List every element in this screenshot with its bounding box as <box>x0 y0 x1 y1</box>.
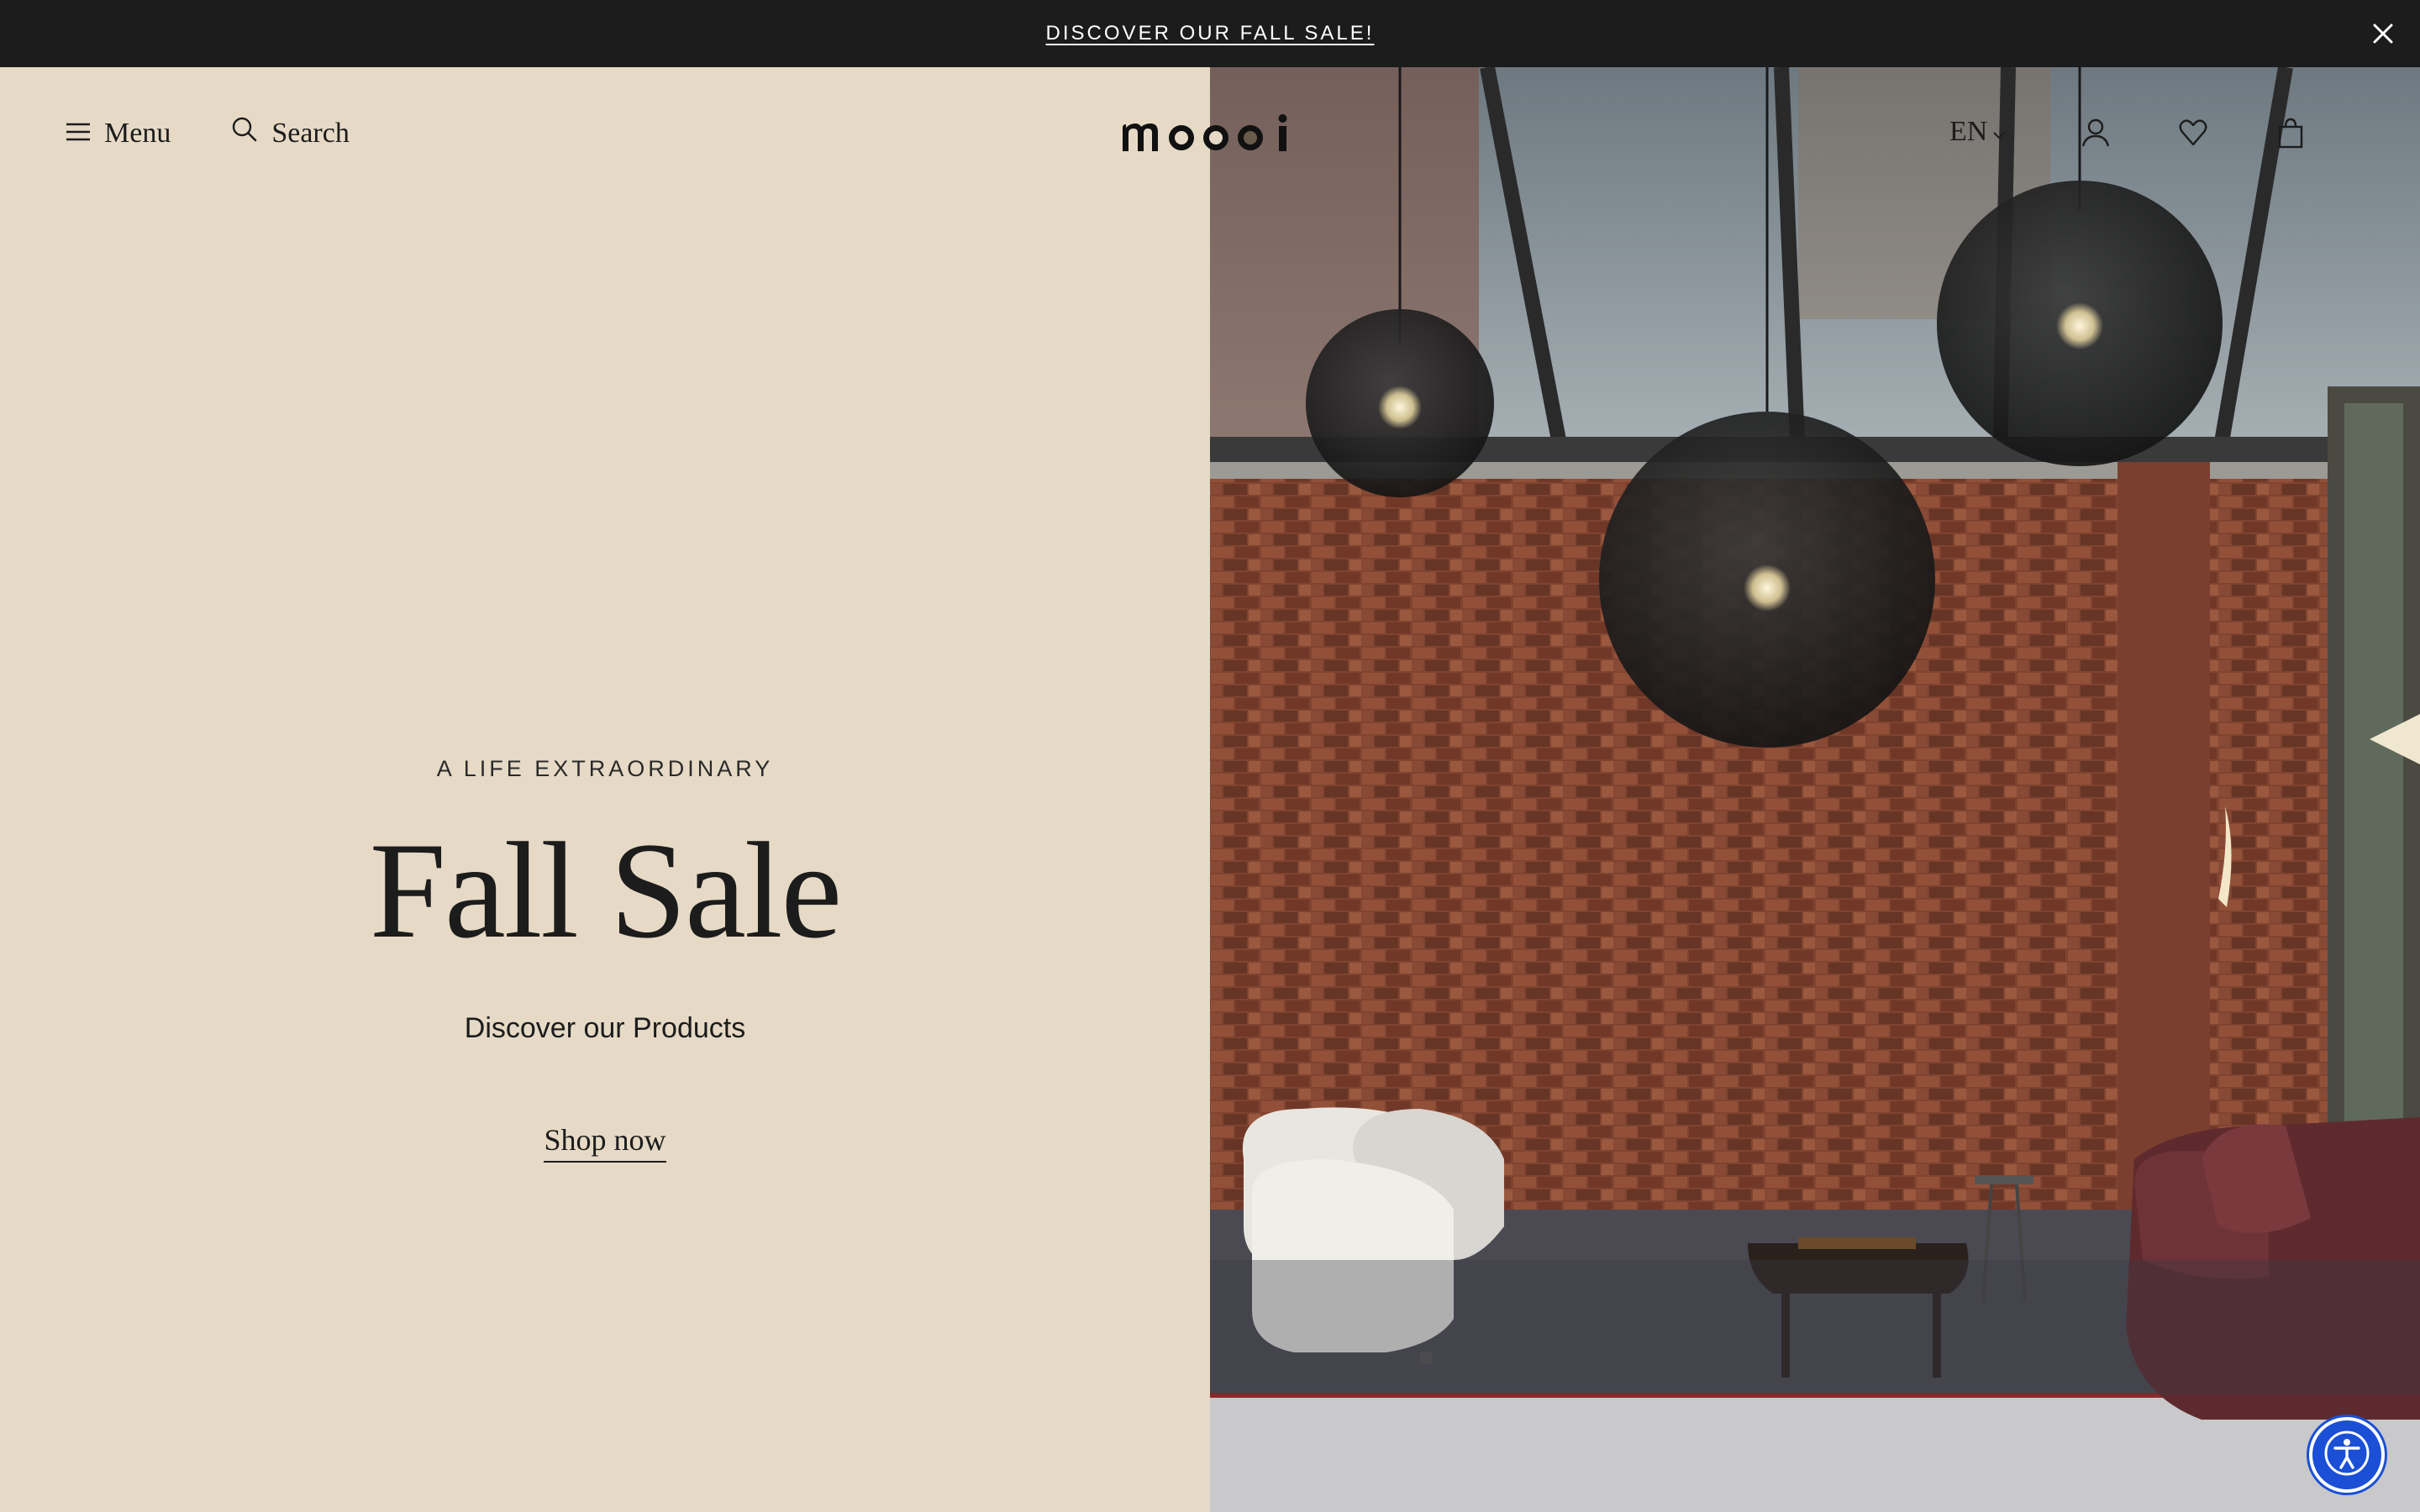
header-right: EN <box>1949 109 2420 160</box>
header-left: Menu Search <box>66 116 350 150</box>
chevron-down-icon <box>1987 116 2006 148</box>
heart-icon[interactable] <box>2176 116 2210 150</box>
close-icon[interactable] <box>2365 15 2402 52</box>
hero-content: A LIFE EXTRAORDINARY Fall Sale Discover … <box>0 756 1210 1163</box>
hero-headline: Fall Sale <box>369 815 842 967</box>
menu-label: Menu <box>104 117 171 149</box>
search-label: Search <box>271 117 350 149</box>
announcement-bar: DISCOVER OUR FALL SALE! <box>0 0 2420 67</box>
language-label: EN <box>1949 116 1988 147</box>
search-icon <box>231 116 271 150</box>
menu-button[interactable]: Menu <box>66 118 171 150</box>
hamburger-icon <box>66 118 104 150</box>
accessibility-icon <box>2323 1430 2370 1481</box>
shop-now-link[interactable]: Shop now <box>544 1122 666 1163</box>
search-button[interactable]: Search <box>231 116 350 150</box>
hero-subheading: Discover our Products <box>464 1012 746 1044</box>
accessibility-button[interactable] <box>2309 1417 2385 1493</box>
hero-eyebrow: A LIFE EXTRAORDINARY <box>436 756 774 781</box>
user-icon[interactable] <box>2079 116 2112 150</box>
shopping-bag-icon[interactable] <box>2274 116 2307 150</box>
language-selector[interactable]: EN <box>1949 116 2006 148</box>
hero-image <box>1210 67 2420 1512</box>
announcement-link[interactable]: DISCOVER OUR FALL SALE! <box>1046 22 1375 45</box>
moooi-logo[interactable] <box>1123 114 1297 156</box>
